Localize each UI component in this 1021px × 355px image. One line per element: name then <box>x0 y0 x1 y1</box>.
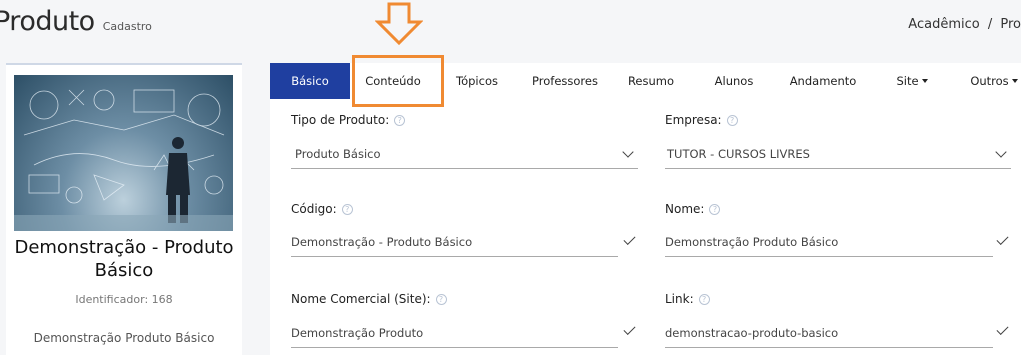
tab-resumo[interactable]: Resumo <box>618 63 684 99</box>
tab-label: Site <box>896 74 919 88</box>
page-subtitle: Cadastro <box>102 20 152 33</box>
breadcrumb-item-academico[interactable]: Acadêmico <box>908 17 979 32</box>
tab-label: Básico <box>291 74 329 88</box>
help-icon[interactable]: ? <box>698 293 710 305</box>
product-image <box>14 75 233 231</box>
caret-down-icon <box>921 79 928 83</box>
link-label: Link: ? <box>665 292 710 306</box>
tab-label: Tópicos <box>456 74 498 88</box>
codigo-label: Código: ? <box>291 202 353 216</box>
input-value: Demonstração - Produto Básico <box>291 234 473 249</box>
label-text: Tipo de Produto: <box>291 113 390 127</box>
nome-label: Nome: ? <box>665 202 721 216</box>
tab-label: Professores <box>532 74 598 88</box>
select-value: TUTOR - CURSOS LIVRES <box>667 146 810 161</box>
product-identifier: Identificador: 168 <box>75 293 173 306</box>
tipo-produto-select[interactable]: Produto Básico <box>291 139 638 169</box>
tab-label: Alunos <box>714 74 754 88</box>
tab-outros-dropdown[interactable]: Outros <box>966 63 1021 99</box>
arrow-down-icon <box>375 2 423 46</box>
check-icon <box>996 322 1009 336</box>
help-icon[interactable]: ? <box>435 293 447 305</box>
highlight-box <box>352 55 444 107</box>
breadcrumb: Acadêmico / Pro <box>904 17 1021 32</box>
label-text: Código: <box>291 202 337 216</box>
product-description: Demonstração Produto Básico <box>33 331 215 345</box>
help-icon[interactable]: ? <box>394 114 406 126</box>
product-summary-card: Demonstração - Produto Básico Identifica… <box>6 63 242 355</box>
tab-basico[interactable]: Básico <box>270 63 350 99</box>
nome-comercial-input[interactable]: Demonstração Produto <box>291 318 618 348</box>
check-icon <box>623 232 636 246</box>
empresa-select[interactable]: TUTOR - CURSOS LIVRES <box>665 139 1011 169</box>
tab-professores[interactable]: Professores <box>520 63 610 99</box>
help-icon[interactable]: ? <box>709 203 721 215</box>
tab-label: Outros <box>970 74 1009 88</box>
label-text: Nome: <box>665 202 705 216</box>
chevron-down-icon <box>995 145 1007 158</box>
page-title: Produto Cadastro <box>0 6 152 37</box>
page-title-main: Produto <box>0 6 95 37</box>
caret-down-icon <box>1011 79 1018 83</box>
empresa-label: Empresa: ? <box>665 113 738 127</box>
input-value: Demonstração Produto Básico <box>665 234 839 249</box>
codigo-input[interactable]: Demonstração - Produto Básico <box>291 227 618 257</box>
input-value: Demonstração Produto <box>291 325 424 340</box>
product-name: Demonstração - Produto Básico <box>14 237 234 281</box>
link-input[interactable]: demonstracao-produto-basico <box>665 318 993 348</box>
tipo-produto-label: Tipo de Produto: ? <box>291 113 406 127</box>
label-text: Link: <box>665 292 694 306</box>
breadcrumb-item-produto[interactable]: Pro <box>1000 17 1021 32</box>
chevron-down-icon <box>622 145 634 158</box>
label-text: Empresa: <box>665 113 722 127</box>
tab-alunos[interactable]: Alunos <box>704 63 764 99</box>
check-icon <box>996 232 1009 246</box>
help-icon[interactable]: ? <box>726 114 738 126</box>
nome-input[interactable]: Demonstração Produto Básico <box>665 227 993 257</box>
help-icon[interactable]: ? <box>341 203 353 215</box>
breadcrumb-separator: / <box>987 17 993 32</box>
input-value: demonstracao-produto-basico <box>665 325 839 340</box>
check-icon <box>623 322 636 336</box>
select-value: Produto Básico <box>295 146 381 161</box>
tab-label: Andamento <box>789 74 857 88</box>
label-text: Nome Comercial (Site): <box>291 292 431 306</box>
nome-comercial-label: Nome Comercial (Site): ? <box>291 292 447 306</box>
tab-site-dropdown[interactable]: Site <box>884 63 940 99</box>
tab-topicos[interactable]: Tópicos <box>442 63 512 99</box>
tab-label: Resumo <box>627 74 675 88</box>
tab-andamento[interactable]: Andamento <box>782 63 864 99</box>
